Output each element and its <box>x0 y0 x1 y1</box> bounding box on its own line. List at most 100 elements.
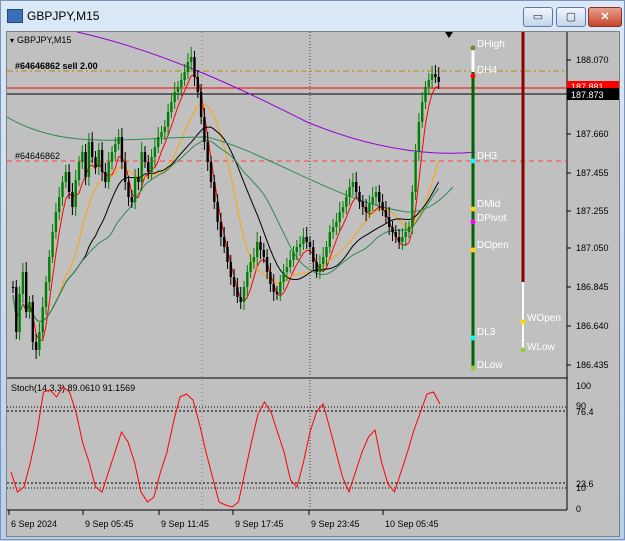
candle-body <box>269 272 272 284</box>
candle-body <box>289 260 292 267</box>
candle-body <box>411 192 414 227</box>
candle-body <box>226 247 229 262</box>
window-title: GBPJPY,M15 <box>27 9 100 23</box>
stoch-axis-label: 76.4 <box>576 407 594 417</box>
stoch-axis-label: 0 <box>576 504 581 514</box>
candle-body <box>107 162 110 182</box>
candle-body <box>124 162 127 182</box>
candle-body <box>351 182 355 187</box>
candle-body <box>272 284 275 292</box>
candle-body <box>137 177 140 182</box>
candle-body <box>256 242 259 257</box>
order-label[interactable]: #64646862 sell 2.00 <box>15 61 98 71</box>
chart-window-icon <box>7 9 23 23</box>
candle-body <box>183 72 186 80</box>
candle-body <box>361 202 364 207</box>
candle-body <box>157 137 160 147</box>
candle-body <box>209 162 213 182</box>
close-button[interactable]: ✕ <box>588 7 622 27</box>
stoch-axis: 1009076.423.6100 <box>576 381 594 514</box>
level-dot <box>470 219 476 225</box>
candle-body <box>242 287 246 302</box>
candle-body <box>331 227 335 232</box>
candle-body <box>97 150 100 167</box>
candle-body <box>345 197 348 207</box>
candle-body <box>374 192 378 197</box>
order-label-2[interactable]: #64646862 <box>15 151 60 161</box>
candle-body <box>110 152 114 162</box>
candle-body <box>127 182 130 197</box>
price-tick-label: 187.660 <box>576 129 609 139</box>
candle-body <box>391 227 394 232</box>
candle-body <box>282 272 285 282</box>
candle-body <box>44 282 48 307</box>
title-bar[interactable]: GBPJPY,M15 ▭ ▢ ✕ <box>1 1 624 31</box>
candle-body <box>166 112 170 127</box>
level-label: DL3 <box>477 327 496 338</box>
candle-body <box>213 182 216 202</box>
candle-body <box>100 150 104 172</box>
time-tick-label: 9 Sep 17:45 <box>235 519 284 529</box>
maximize-button[interactable]: ▢ <box>556 7 586 27</box>
candle-body <box>318 264 322 272</box>
candle-body <box>437 77 440 82</box>
candle-body <box>31 302 34 342</box>
candle-body <box>143 152 147 162</box>
candle-body <box>193 57 196 77</box>
price-tick-label: 186.640 <box>576 321 609 331</box>
candle-body <box>91 142 94 157</box>
candle-body <box>325 247 328 257</box>
time-tick-label: 9 Sep 23:45 <box>311 519 360 529</box>
candle-body <box>219 222 223 237</box>
stoch-label: Stoch(14,3,3) 89.0610 91.1569 <box>11 383 135 393</box>
level-dot <box>520 319 526 325</box>
level-dot <box>470 206 476 212</box>
candle-body <box>170 102 173 112</box>
candle-body <box>298 244 302 247</box>
candle-body <box>355 182 358 192</box>
level-dot <box>470 45 476 51</box>
candle-body <box>28 302 31 312</box>
candle-body <box>223 237 226 247</box>
candle-body <box>246 272 249 287</box>
candle-body <box>421 102 424 122</box>
level-dot <box>470 365 476 371</box>
candle-body <box>64 172 67 182</box>
candle-body <box>341 207 345 212</box>
time-tick-label: 10 Sep 05:45 <box>385 519 439 529</box>
candle-body <box>348 187 351 197</box>
candle-body <box>67 172 71 192</box>
candle-body <box>265 257 269 272</box>
candle-body <box>160 132 163 137</box>
candle-body <box>190 57 193 62</box>
candle-body <box>279 282 282 294</box>
candle-body <box>239 297 242 302</box>
level-label: WLow <box>527 342 556 353</box>
candle-body <box>368 204 371 212</box>
time-tick-label: 9 Sep 05:45 <box>85 519 134 529</box>
level-dot <box>520 347 526 353</box>
candle-body <box>275 292 279 294</box>
candle-body <box>117 137 120 144</box>
chart-area[interactable]: 188.070 187.660 187.455 187.255 187.050 186.8… <box>6 31 620 537</box>
candle-body <box>216 202 219 222</box>
candle-body <box>232 277 236 287</box>
level-label: DLow <box>477 360 503 371</box>
candle-body <box>388 217 391 227</box>
candle-body <box>153 147 157 157</box>
price-chart[interactable]: 188.070 187.660 187.455 187.255 187.050 186.8… <box>6 31 619 536</box>
candle-body <box>236 287 239 297</box>
candle-body <box>41 307 44 332</box>
candle-body <box>51 232 54 257</box>
candle-body <box>262 250 265 257</box>
candle-body <box>104 172 107 182</box>
candle-body <box>424 87 427 102</box>
level-dot <box>470 158 476 164</box>
candle-body <box>77 162 81 180</box>
candle-body <box>434 74 437 77</box>
candle-body <box>335 222 338 227</box>
candle-body <box>120 137 124 162</box>
minimize-button[interactable]: ▭ <box>523 7 553 27</box>
chevron-down-icon[interactable]: ▾ <box>10 36 14 45</box>
candle-body <box>401 237 404 242</box>
